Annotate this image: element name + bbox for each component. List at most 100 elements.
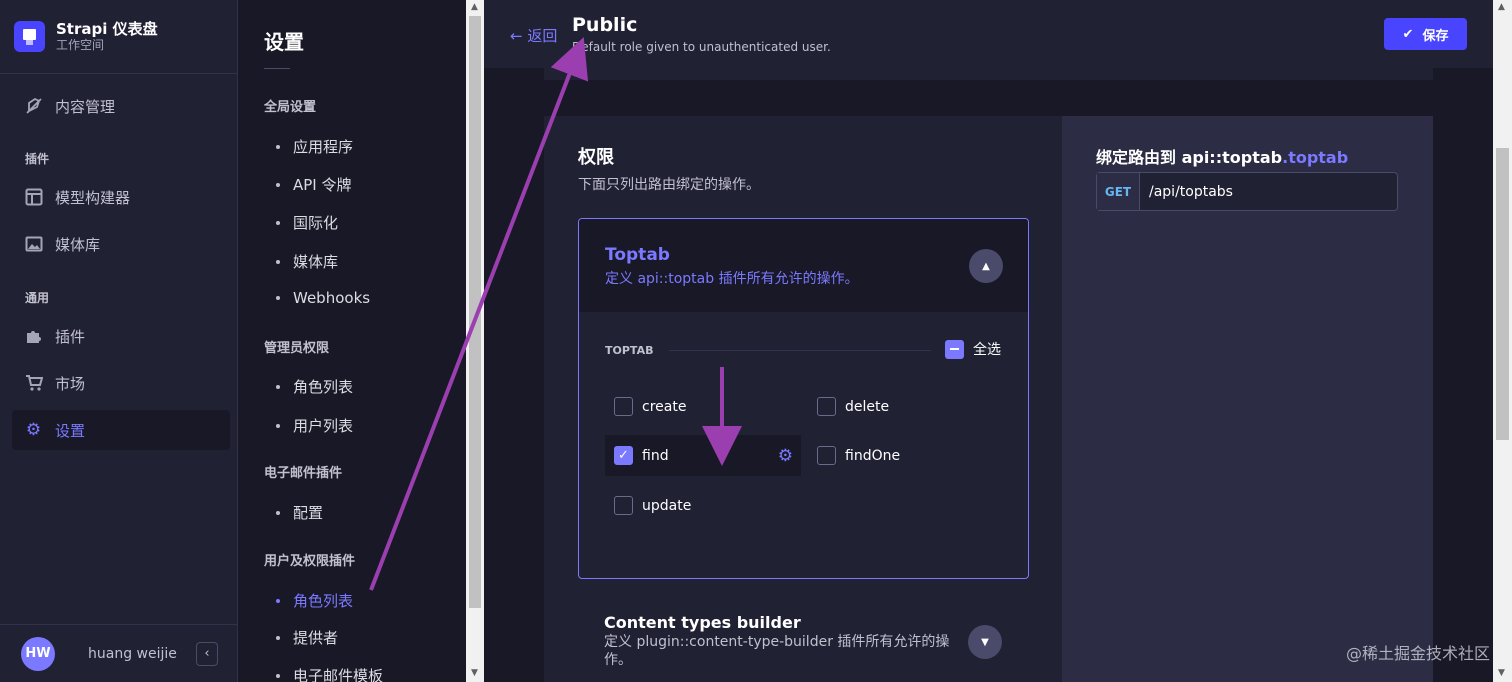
nav-content-type-builder[interactable]: 模型构建器 <box>12 177 230 217</box>
subnav-item-application[interactable]: 应用程序 <box>276 136 353 157</box>
nav-plugins[interactable]: 插件 <box>12 316 230 356</box>
nav-media-library[interactable]: 媒体库 <box>12 224 230 264</box>
indeterminate-checkbox-icon[interactable] <box>945 339 964 359</box>
subnav-item-providers[interactable]: 提供者 <box>276 627 338 648</box>
accordion-header[interactable]: Toptab 定义 api::toptab 插件所有允许的操作。 ▲ <box>579 219 1028 312</box>
image-icon <box>24 235 43 254</box>
brand[interactable]: Strapi 仪表盘 工作空间 <box>0 0 237 74</box>
arrow-left-icon: ← <box>510 27 528 45</box>
accordion-toptab: Toptab 定义 api::toptab 插件所有允许的操作。 ▲ TOPTA… <box>578 218 1029 579</box>
accordion-ctb-title[interactable]: Content types builder <box>604 613 801 632</box>
permission-label: delete <box>845 398 890 415</box>
subnav-item-label: 提供者 <box>293 629 339 647</box>
feather-icon <box>24 97 43 116</box>
chevron-down-icon[interactable]: ▼ <box>968 625 1002 659</box>
nav-section-general: 通用 <box>25 291 50 305</box>
nav-settings[interactable]: ⚙ 设置 <box>12 410 230 450</box>
scroll-up-icon[interactable]: ▲ <box>471 2 478 12</box>
layout-icon <box>24 188 43 207</box>
save-label: 保存 <box>1422 28 1449 44</box>
subnav-item-api-tokens[interactable]: API 令牌 <box>276 174 352 195</box>
select-all-label: 全选 <box>973 342 1001 358</box>
nav-content-manager[interactable]: 内容管理 <box>12 86 230 126</box>
nav-label: 媒体库 <box>55 235 101 254</box>
permission-label: findOne <box>845 447 901 464</box>
scrollbar-thumb[interactable] <box>469 16 481 608</box>
main-nav: Strapi 仪表盘 工作空间 内容管理 插件 模型构建器 媒体库 通用 插件 … <box>0 0 238 682</box>
scroll-down-icon[interactable]: ▼ <box>1498 668 1505 678</box>
scroll-down-icon[interactable]: ▼ <box>471 668 478 678</box>
subnav-item-up-roles[interactable]: 角色列表 <box>276 590 353 611</box>
gear-icon: ⚙ <box>25 420 42 440</box>
permissions-card: 权限 下面只列出路由绑定的操作。 Toptab 定义 api::toptab 插… <box>544 116 1433 682</box>
permissions-title: 权限 <box>578 147 614 168</box>
save-button[interactable]: ✔ 保存 <box>1384 18 1467 50</box>
checkbox[interactable] <box>817 446 836 465</box>
puzzle-icon <box>24 327 43 346</box>
scrollbar-thumb[interactable] <box>1496 148 1509 440</box>
page-subtitle: Default role given to unauthenticated us… <box>572 40 831 54</box>
chevron-left-icon: ‹ <box>204 646 210 661</box>
subnav-item-label: 国际化 <box>293 214 339 232</box>
role-details-card <box>544 68 1433 80</box>
subnav-item-label: 电子邮件模板 <box>293 667 384 682</box>
main-scrollbar[interactable]: ▲ ▼ <box>1493 0 1512 682</box>
subnav-item-users[interactable]: 用户列表 <box>276 415 353 436</box>
route-path: /api/toptabs <box>1149 183 1233 200</box>
brand-title: Strapi 仪表盘 <box>56 20 158 38</box>
nav-label: 内容管理 <box>55 97 116 116</box>
route-row: GET /api/toptabs <box>1096 172 1398 211</box>
checkbox[interactable] <box>817 397 836 416</box>
checkbox[interactable] <box>614 496 633 515</box>
permission-create[interactable]: create <box>605 386 686 427</box>
subnav-item-label: 角色列表 <box>293 378 354 396</box>
subnav-item-admin-roles[interactable]: 角色列表 <box>276 376 353 397</box>
nav-marketplace[interactable]: 市场 <box>12 363 230 403</box>
user-footer: HW huang weijie ‹ <box>0 624 238 682</box>
user-name[interactable]: huang weijie <box>88 646 177 662</box>
checkbox[interactable] <box>614 397 633 416</box>
route-title-prefix: 绑定路由到 api::toptab <box>1096 148 1283 167</box>
select-all-checkbox[interactable]: 全选 <box>945 339 1001 359</box>
watermark: @稀土掘金技术社区 <box>1345 644 1490 663</box>
permission-update[interactable]: update <box>605 485 691 526</box>
permission-label: create <box>642 398 687 415</box>
subnav-item-webhooks[interactable]: Webhooks <box>276 289 370 307</box>
permission-delete[interactable]: delete <box>808 386 889 427</box>
subnav-item-label: API 令牌 <box>293 176 352 194</box>
main-content: ← 返回 Public Default role given to unauth… <box>484 0 1493 682</box>
nav-section-plugins: 插件 <box>25 152 50 166</box>
accordion-title: Toptab <box>605 245 670 265</box>
subnav-section-admin: 管理员权限 <box>264 341 330 356</box>
subnav-item-email-config[interactable]: 配置 <box>276 502 323 523</box>
subnav-item-label: Webhooks <box>293 289 371 307</box>
subnav-item-label: 应用程序 <box>293 138 354 156</box>
collapse-nav-button[interactable]: ‹ <box>196 641 218 666</box>
subnav-item-label: 角色列表 <box>293 592 354 610</box>
permission-label: find <box>642 447 669 464</box>
nav-label: 模型构建器 <box>55 188 131 207</box>
permission-find[interactable]: ✓ find ⚙ <box>605 435 801 476</box>
avatar[interactable]: HW <box>21 636 55 671</box>
section-label: TOPTAB <box>605 344 654 357</box>
strapi-logo-icon <box>14 21 45 52</box>
divider <box>264 68 290 69</box>
subnav-item-label: 配置 <box>293 504 324 522</box>
subnav-scrollbar[interactable]: ▲ ▼ <box>466 0 484 682</box>
scroll-up-icon[interactable]: ▲ <box>1498 2 1505 12</box>
subnav-item-media-library[interactable]: 媒体库 <box>276 251 338 272</box>
back-link[interactable]: ← 返回 <box>510 25 557 46</box>
checkbox-checked[interactable]: ✓ <box>614 446 633 465</box>
permission-findone[interactable]: findOne <box>808 435 900 476</box>
nav-label: 市场 <box>55 374 86 393</box>
subnav-title: 设置 <box>264 30 304 54</box>
gear-icon[interactable]: ⚙ <box>778 446 793 466</box>
subnav-item-i18n[interactable]: 国际化 <box>276 212 338 233</box>
accordion-ctb-subtitle: 定义 plugin::content-type-builder 插件所有允许的操… <box>604 634 950 668</box>
nav-label: 插件 <box>55 327 86 346</box>
subnav-item-label: 媒体库 <box>293 253 339 271</box>
subnav-item-email-templates[interactable]: 电子邮件模板 <box>276 665 383 682</box>
chevron-up-icon[interactable]: ▲ <box>969 249 1003 283</box>
nav-label: 设置 <box>55 421 86 440</box>
settings-subnav: 设置 全局设置 应用程序 API 令牌 国际化 媒体库 Webhooks 管理员… <box>238 0 466 682</box>
